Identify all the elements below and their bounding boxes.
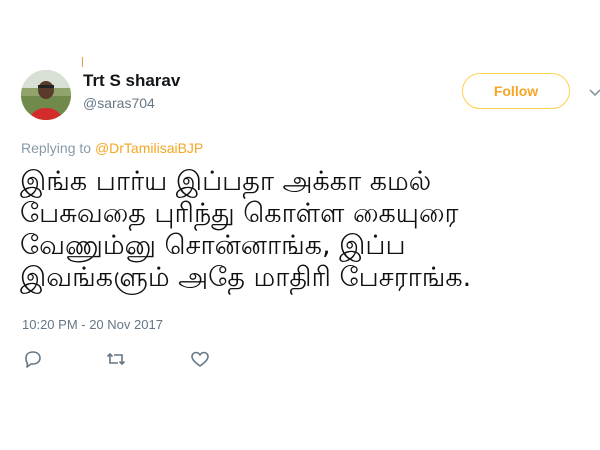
reply-mention-link[interactable]: @DrTamilisaiBJP (95, 140, 203, 156)
tweet-text-line: இவங்களும் அதே மாதிரி பேசராங்க. (20, 262, 472, 293)
tweet-text: இங்க பார்ய இப்பதா அக்கா கமல் பேசுவதை புர… (20, 166, 595, 294)
retweet-icon[interactable] (105, 349, 127, 369)
tweet-text-line: பேசுவதை புரிந்து கொள்ள கையுரை (20, 198, 459, 229)
decorative-mark (82, 57, 83, 67)
follow-button[interactable]: Follow (462, 73, 570, 109)
tweet-text-line: இங்க பார்ய இப்பதா அக்கா கமல் (20, 166, 432, 197)
user-display-name[interactable]: Trt S sharav (83, 71, 180, 91)
avatar-image (21, 70, 71, 120)
chevron-down-icon[interactable] (589, 84, 600, 97)
heart-icon[interactable] (189, 349, 211, 369)
replying-to-label: Replying to (21, 140, 92, 156)
reply-icon[interactable] (22, 349, 44, 369)
tweet-card: Trt S sharav @saras704 Follow Replying t… (0, 0, 600, 450)
tweet-timestamp[interactable]: 10:20 PM - 20 Nov 2017 (22, 317, 163, 332)
tweet-text-line: வேணும்னு சொன்னாங்க, இப்ப (20, 230, 406, 261)
avatar[interactable] (21, 70, 71, 120)
replying-to-line: Replying to @DrTamilisaiBJP (21, 140, 203, 156)
user-handle[interactable]: @saras704 (83, 95, 155, 111)
